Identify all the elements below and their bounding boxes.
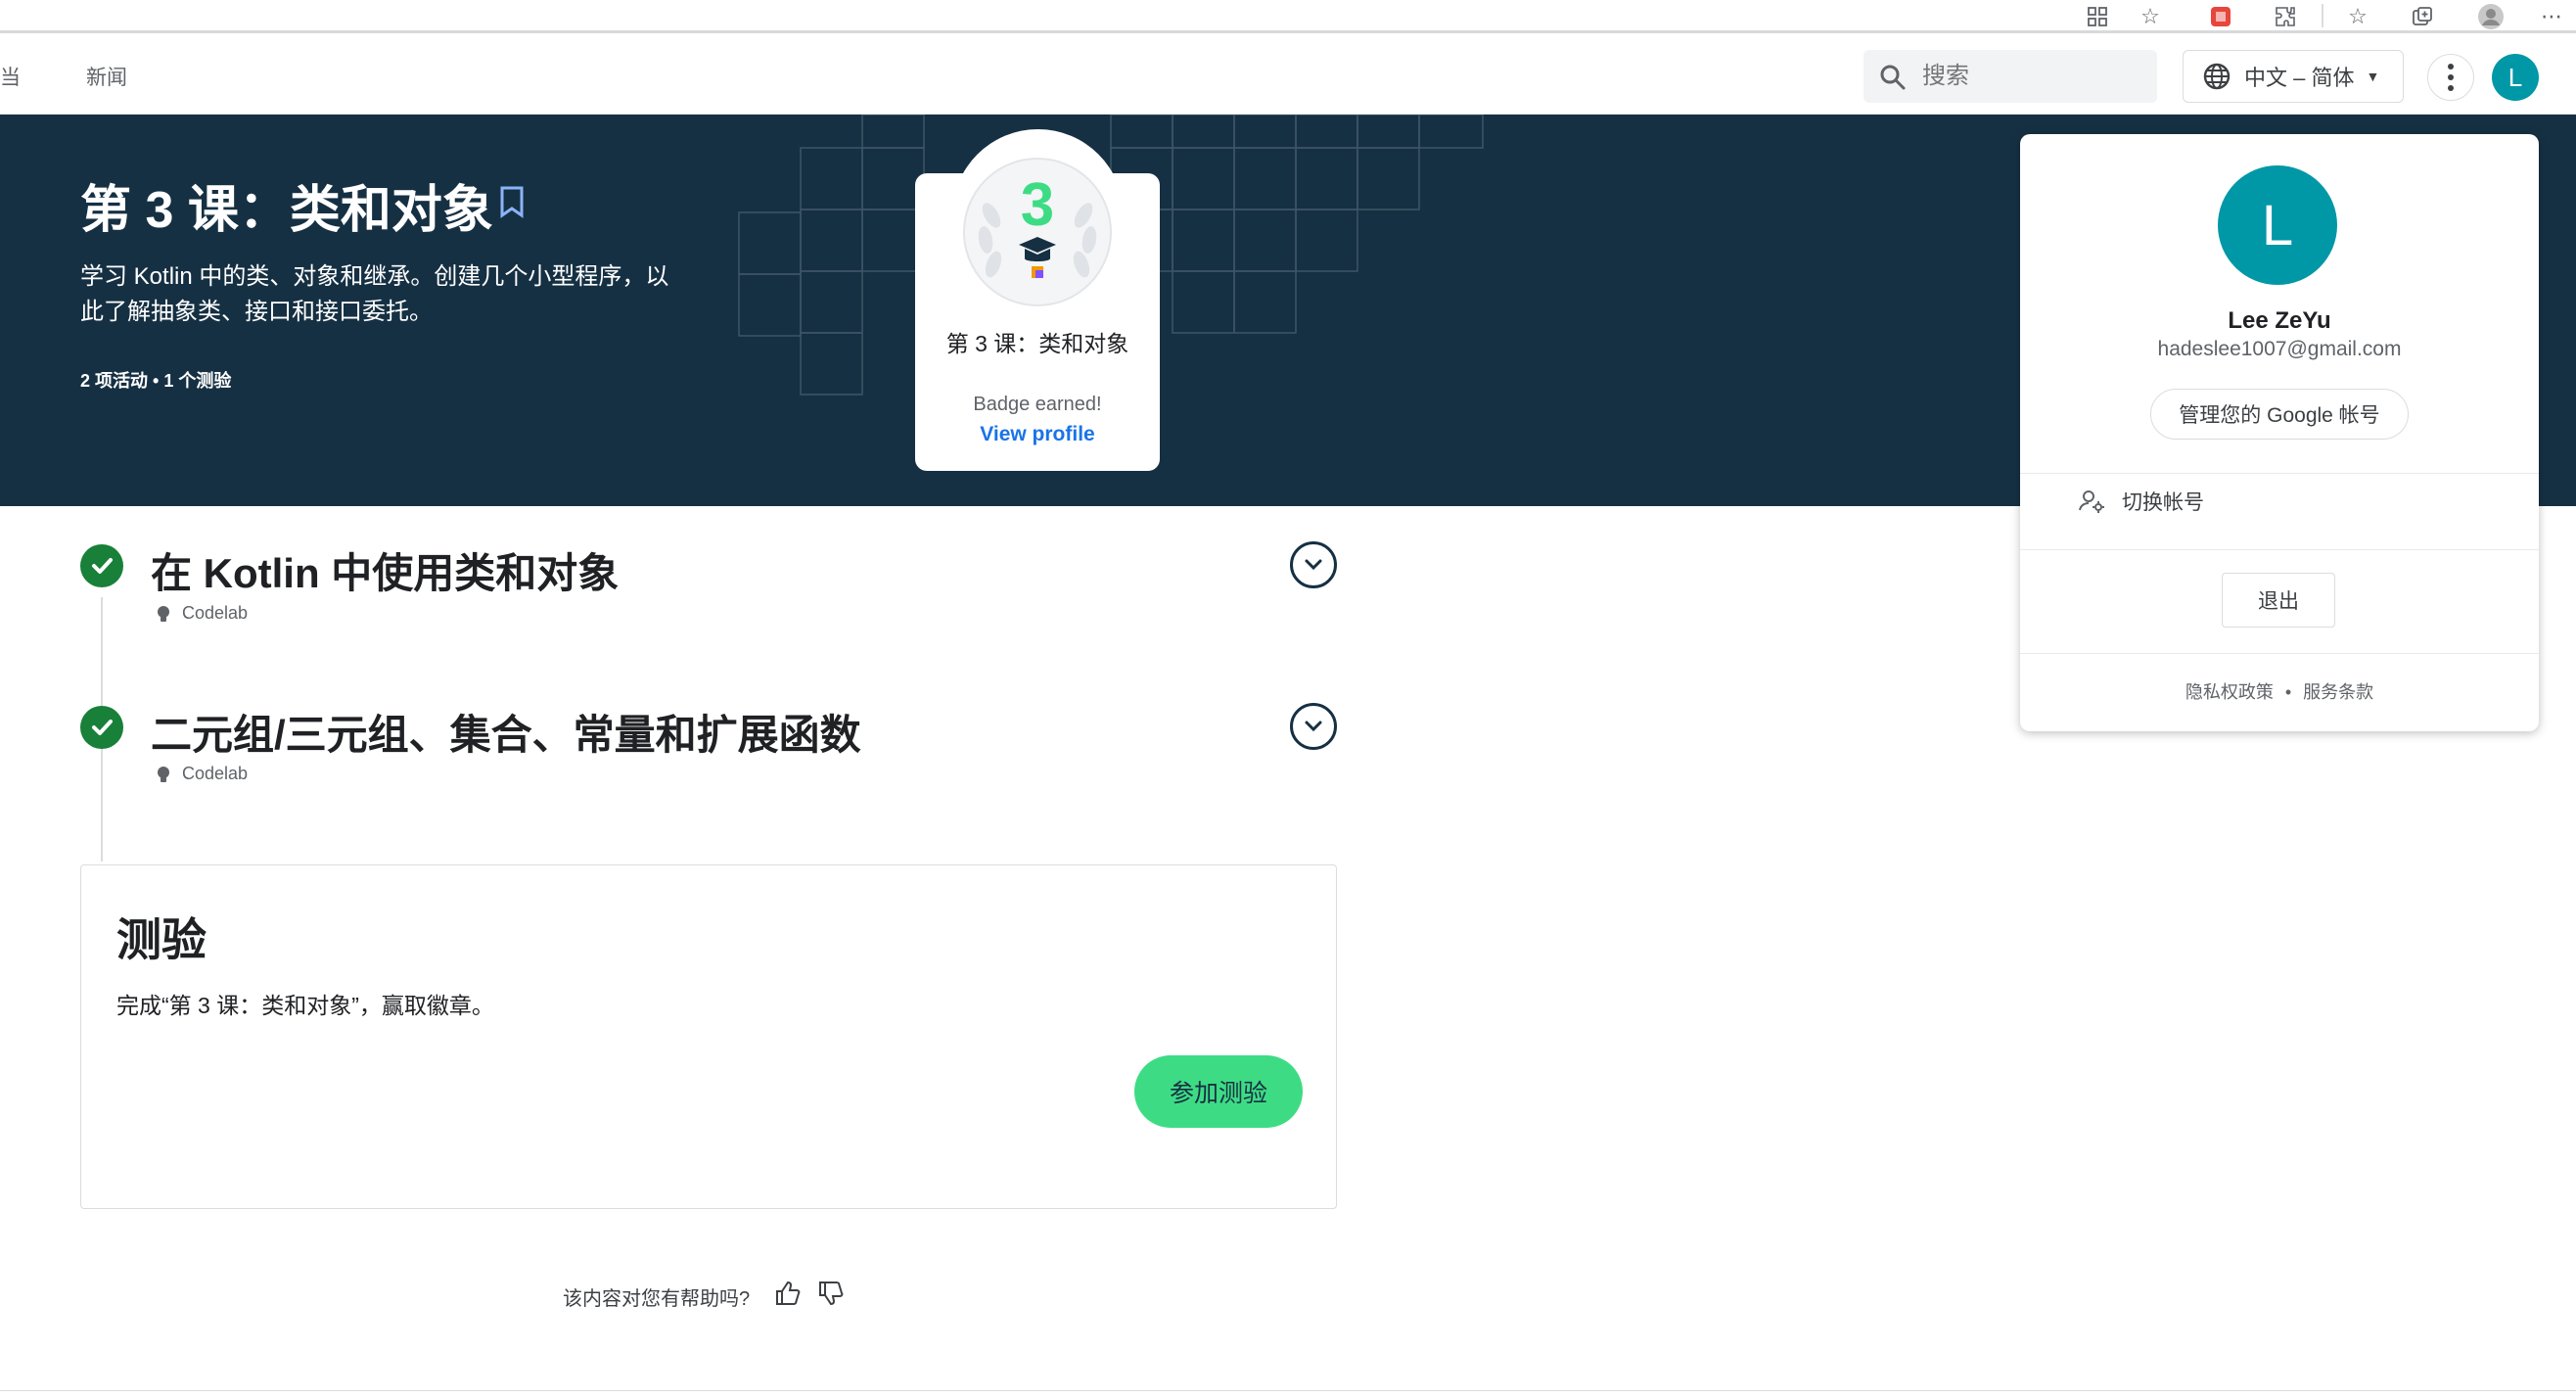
- activity-type: Codelab: [155, 764, 248, 784]
- menu-divider: [2020, 549, 2539, 550]
- lesson-meta: 2 项活动 • 1 个测验: [80, 371, 232, 391]
- lesson-title: 第 3 课：类和对象: [80, 182, 493, 239]
- badge-earned-text: Badge earned!: [973, 394, 1102, 415]
- language-label: 中文 – 简体: [2244, 66, 2355, 90]
- account-footer: 隐私权政策 • 服务条款: [2185, 682, 2374, 702]
- completed-check-icon: [80, 706, 123, 749]
- sign-out-button[interactable]: 退出: [2222, 573, 2335, 628]
- browser-toolbar: ☆ ☆ ⋯: [0, 0, 2576, 33]
- footer-divider: [0, 1390, 2576, 1391]
- menu-divider: [2020, 473, 2539, 474]
- badge-number: 3: [1021, 171, 1054, 239]
- activity-type-label: Codelab: [182, 764, 249, 783]
- quiz-title: 测验: [116, 914, 207, 965]
- account-menu-popup: L Lee ZeYu hadeslee1007@gmail.com 管理您的 G…: [2020, 134, 2539, 731]
- more-menu-icon[interactable]: ⋯: [2537, 3, 2566, 30]
- add-favorite-icon[interactable]: ☆: [2136, 3, 2165, 30]
- favorites-icon[interactable]: ☆: [2343, 3, 2372, 30]
- codelab-bulb-icon: [158, 766, 169, 782]
- view-profile-link[interactable]: View profile: [915, 423, 1160, 446]
- search-input[interactable]: [1922, 60, 2147, 93]
- activity-type-label: Codelab: [182, 603, 249, 623]
- search-icon: [1880, 65, 1906, 90]
- manage-account-button[interactable]: 管理您的 Google 帐号: [2150, 389, 2409, 440]
- badge-laurel-icon: 3: [963, 158, 1112, 306]
- account-email: hadeslee1007@gmail.com: [2157, 338, 2402, 360]
- expand-activity-button[interactable]: [1290, 541, 1337, 588]
- take-quiz-button[interactable]: 参加测验: [1134, 1055, 1303, 1128]
- toolbar-divider: [2322, 4, 2323, 27]
- switch-account-label: 切换帐号: [2122, 491, 2204, 514]
- quiz-card: 测验 完成“第 3 课：类和对象”，赢取徽章。 参加测验: [80, 864, 1337, 1209]
- completed-check-icon: [80, 544, 123, 587]
- extension-red-icon[interactable]: [2206, 3, 2235, 30]
- globe-icon: [2203, 63, 2231, 90]
- bookmark-icon[interactable]: [499, 185, 525, 218]
- lesson-description: 学习 Kotlin 中的类、对象和继承。创建几个小型程序，以此了解抽象类、接口和…: [80, 263, 669, 325]
- activity-title[interactable]: 二元组/三元组、集合、常量和扩展函数: [151, 702, 861, 762]
- badge-name: 第 3 课：类和对象: [945, 331, 1129, 356]
- browser-profile-icon[interactable]: [2476, 3, 2506, 30]
- nav-item-cut[interactable]: 当: [0, 62, 21, 91]
- privacy-policy-link[interactable]: 隐私权政策: [2185, 682, 2274, 702]
- thumbs-down-icon[interactable]: [816, 1279, 846, 1308]
- extensions-puzzle-icon[interactable]: [2271, 3, 2300, 30]
- language-selector[interactable]: 中文 – 简体 ▼: [2183, 50, 2404, 103]
- nav-item-news[interactable]: 新闻: [86, 62, 127, 91]
- chevron-down-icon: [1305, 721, 1322, 732]
- terms-of-service-link[interactable]: 服务条款: [2303, 682, 2373, 702]
- more-options-button[interactable]: [2427, 54, 2474, 101]
- menu-divider: [2020, 653, 2539, 654]
- expand-activity-button[interactable]: [1290, 703, 1337, 750]
- account-avatar-button[interactable]: L: [2492, 54, 2539, 101]
- codelab-bulb-icon: [158, 605, 169, 622]
- quiz-description: 完成“第 3 课：类和对象”，赢取徽章。: [116, 993, 494, 1018]
- site-header: 当 新闻 中文 – 简体 ▼ L: [0, 36, 2576, 115]
- account-avatar-large: L: [2218, 165, 2337, 285]
- activity-type: Codelab: [155, 603, 248, 624]
- switch-account-item[interactable]: 切换帐号: [2077, 487, 2204, 516]
- account-name: Lee ZeYu: [2228, 307, 2331, 334]
- feedback-question: 该内容对您有帮助吗?: [563, 1288, 751, 1310]
- collections-icon[interactable]: [2408, 3, 2437, 30]
- activity-title[interactable]: 在 Kotlin 中使用类和对象: [151, 540, 619, 600]
- thumbs-up-icon[interactable]: [773, 1279, 803, 1308]
- chevron-down-icon: [1305, 559, 1322, 571]
- search-box[interactable]: [1863, 50, 2157, 103]
- caret-down-icon: ▼: [2366, 69, 2380, 84]
- app-grid-icon[interactable]: [2083, 3, 2112, 30]
- switch-account-icon: [2079, 490, 2104, 513]
